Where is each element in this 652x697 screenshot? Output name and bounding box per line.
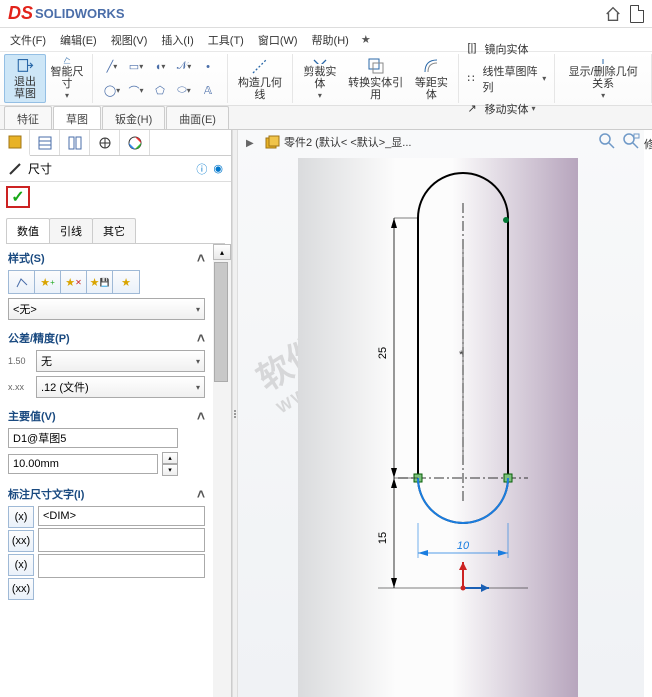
mirror-icon: [|] — [467, 42, 481, 56]
linear-pattern-button[interactable]: ∷线性草图阵列▾ — [463, 61, 550, 97]
tolerance-type-select[interactable]: 无▾ — [36, 350, 205, 372]
dim-text-below-input[interactable] — [38, 554, 205, 578]
graphics-area[interactable]: ▶ 零件2 (默认< <默认>_显... 软件自学网 WWW.RJZXW.COM — [238, 130, 644, 697]
part-icon — [264, 134, 280, 150]
chevron-down-icon: ▾ — [65, 92, 69, 101]
convert-entities-button[interactable]: 转换实体引用 — [343, 54, 408, 103]
ellipse-icon[interactable]: ⬭▾ — [173, 80, 195, 102]
dim-25-label: 25 — [377, 347, 389, 359]
point-icon[interactable]: • — [197, 56, 219, 78]
right-edge-label: 修 — [644, 130, 652, 697]
tolerance-type-icon: 1.50 — [8, 357, 32, 366]
dimxpert-tab-icon[interactable] — [90, 130, 120, 155]
text-format-4-icon[interactable]: (xx) — [8, 578, 34, 600]
value-up-button[interactable]: ▴ — [162, 452, 178, 464]
menu-tools[interactable]: 工具(T) — [202, 30, 250, 50]
flyout-tree-icon[interactable]: ▶ — [246, 138, 254, 149]
spline-icon[interactable]: 𝒩▾ — [173, 56, 195, 78]
collapse-icon: ˄ — [197, 250, 205, 266]
section-dim-text[interactable]: 标注尺寸文字(I)˄ — [8, 486, 205, 502]
menu-edit[interactable]: 编辑(E) — [54, 30, 103, 50]
text-format-1-icon[interactable]: (x) — [8, 506, 34, 528]
pin-icon[interactable]: ◉ — [213, 162, 223, 175]
circle-icon[interactable]: ◯▾ — [101, 80, 123, 102]
style-select[interactable]: <无>▾ — [8, 298, 205, 320]
construction-geometry-button[interactable]: 构造几何线 — [232, 54, 288, 103]
ok-button[interactable]: ✓ — [6, 186, 30, 208]
style-delete-icon[interactable]: ★✕ — [61, 271, 87, 293]
display-relations-button[interactable]: 显示/删除几何关系 ▾ — [559, 54, 647, 103]
help-icon[interactable]: ⓘ — [196, 161, 207, 177]
exit-sketch-button[interactable]: 退出草图 — [4, 54, 46, 103]
style-save-icon[interactable]: ★💾 — [87, 271, 113, 293]
ruler-icon — [8, 162, 22, 176]
section-style[interactable]: 样式(S)˄ — [8, 250, 205, 266]
style-load-icon[interactable]: ★ — [113, 271, 139, 293]
collapse-icon: ˄ — [197, 408, 205, 424]
tab-value[interactable]: 数值 — [6, 218, 50, 243]
collapse-icon: ˄ — [197, 330, 205, 346]
sketch-tools-grid: ╱▾ ▭▾ ◖▾ 𝒩▾ • ◯▾ ⌒▾ ⬠ ⬭▾ 𝔸 — [97, 54, 223, 103]
rectangle-icon[interactable]: ▭▾ — [125, 56, 147, 78]
home-icon[interactable] — [604, 5, 622, 23]
tab-sheet-metal[interactable]: 钣金(H) — [102, 106, 165, 129]
text-format-2-icon[interactable]: (xx) — [8, 530, 34, 552]
svg-text:*: * — [459, 349, 464, 361]
mirror-entities-button[interactable]: [|]镜向实体 — [463, 39, 550, 59]
dim-text-suffix-input[interactable] — [38, 528, 205, 552]
line-icon[interactable]: ╱▾ — [101, 56, 123, 78]
document-icon[interactable] — [630, 5, 644, 23]
move-icon: ↗ — [467, 102, 481, 116]
zoom-area-icon[interactable] — [622, 132, 640, 150]
arc-icon[interactable]: ⌒▾ — [125, 80, 147, 102]
dim-15-label: 15 — [377, 532, 389, 544]
menu-window[interactable]: 窗口(W) — [252, 30, 304, 50]
offset-entities-button[interactable]: 等距实体 — [408, 54, 454, 103]
panel-scrollbar[interactable]: ▴ — [213, 244, 231, 697]
polygon-icon[interactable]: ⬠ — [149, 80, 171, 102]
style-apply-default-icon[interactable] — [9, 271, 35, 293]
value-down-button[interactable]: ▾ — [162, 464, 178, 476]
pattern-icon: ∷ — [467, 72, 479, 86]
app-logo: DS SOLIDWORKS — [8, 3, 125, 24]
menu-view[interactable]: 视图(V) — [105, 30, 154, 50]
config-manager-tab-icon[interactable] — [60, 130, 90, 155]
section-tolerance[interactable]: 公差/精度(P)˄ — [8, 330, 205, 346]
precision-select[interactable]: .12 (文件)▾ — [36, 376, 205, 398]
menu-star-icon[interactable]: ★ — [361, 33, 371, 46]
menu-insert[interactable]: 插入(I) — [155, 30, 199, 50]
dim-10-label: 10 — [457, 540, 470, 552]
document-name: 零件2 (默认< <默认>_显... — [284, 134, 411, 150]
check-icon: ✓ — [11, 187, 24, 207]
text-format-3-icon[interactable]: (x) — [8, 554, 34, 576]
dim-text-prefix-input[interactable] — [38, 506, 205, 526]
tab-other[interactable]: 其它 — [92, 218, 136, 243]
feature-manager-tab-icon[interactable] — [0, 130, 30, 156]
tab-sketch[interactable]: 草图 — [53, 106, 101, 129]
part-body: * 25 — [298, 158, 578, 697]
move-entities-button[interactable]: ↗移动实体▾ — [463, 99, 550, 119]
section-primary-value[interactable]: 主要值(V)˄ — [8, 408, 205, 424]
slot-icon[interactable]: ◖▾ — [149, 56, 171, 78]
menu-file[interactable]: 文件(F) — [4, 30, 52, 50]
smart-dimension-button[interactable]: 智能尺寸 ▾ — [46, 54, 88, 103]
text-icon[interactable]: 𝔸 — [197, 80, 219, 102]
dimension-value-input[interactable] — [8, 454, 158, 474]
tab-surface[interactable]: 曲面(E) — [166, 106, 229, 129]
tab-leader[interactable]: 引线 — [49, 218, 93, 243]
menu-help[interactable]: 帮助(H) — [306, 30, 355, 50]
style-add-icon[interactable]: ★+ — [35, 271, 61, 293]
property-title: 尺寸 — [28, 160, 190, 177]
appearance-tab-icon[interactable] — [120, 130, 150, 155]
menu-bar: 文件(F) 编辑(E) 视图(V) 插入(I) 工具(T) 窗口(W) 帮助(H… — [0, 28, 652, 52]
zoom-fit-icon[interactable] — [598, 132, 616, 150]
dimension-name-input[interactable] — [8, 428, 178, 448]
property-manager-tab-icon[interactable] — [30, 130, 60, 155]
precision-icon: x.xx — [8, 383, 32, 392]
tab-feature[interactable]: 特征 — [4, 106, 52, 129]
collapse-icon: ˄ — [197, 486, 205, 502]
trim-entities-button[interactable]: 剪裁实体 ▾ — [297, 54, 343, 103]
